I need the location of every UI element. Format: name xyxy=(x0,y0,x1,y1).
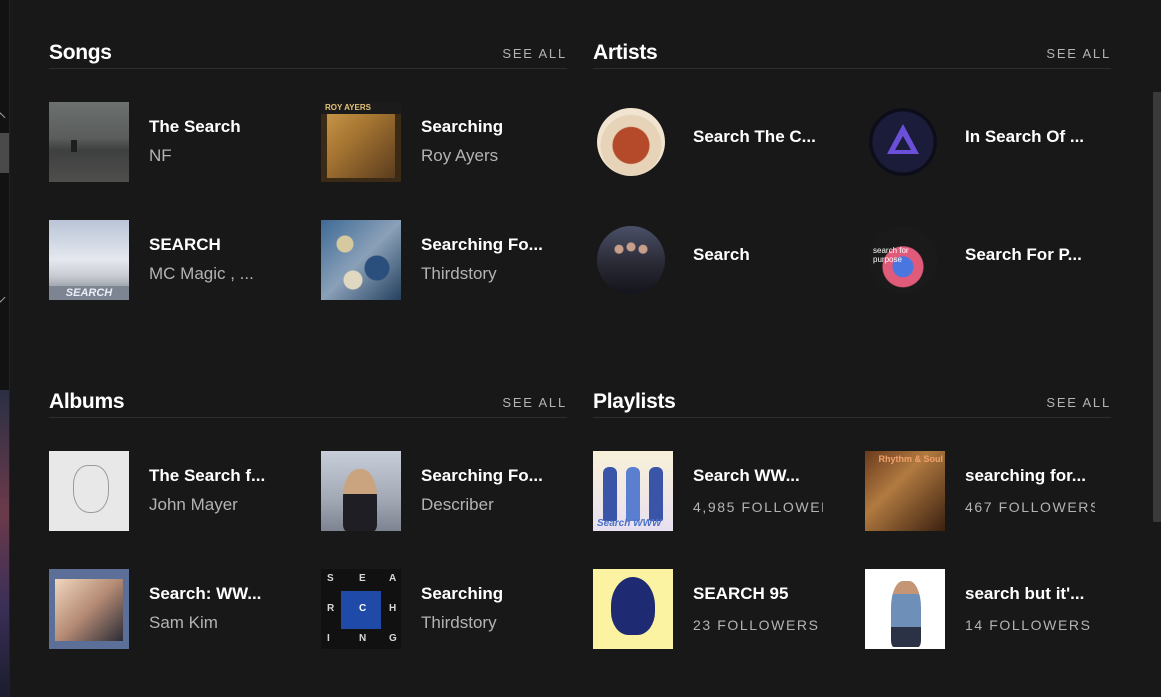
artist-avatar xyxy=(597,108,665,176)
album-cover-image xyxy=(49,569,129,649)
playlist-title[interactable]: Search WW... xyxy=(693,465,851,487)
album-item[interactable]: Searching Fo... Describer xyxy=(321,451,579,531)
see-all-playlists-link[interactable]: SEE ALL xyxy=(1046,389,1111,417)
song-title[interactable]: Searching Fo... xyxy=(421,234,579,256)
section-title: Playlists xyxy=(593,390,676,413)
playlist-followers: 23 FOLLOWERS xyxy=(693,617,820,633)
album-artist[interactable]: John Mayer xyxy=(149,494,307,516)
see-all-artists-link[interactable]: SEE ALL xyxy=(1046,40,1111,68)
artist-item[interactable]: search for purpose Search For P... xyxy=(865,220,1123,300)
cover-text: search for purpose xyxy=(873,246,909,264)
section-header: Artists SEE ALL xyxy=(593,32,1111,69)
album-artist[interactable]: Describer xyxy=(421,494,579,516)
section-title: Songs xyxy=(49,41,112,64)
album-title[interactable]: The Search f... xyxy=(149,465,307,487)
artist-item[interactable]: Search The C... xyxy=(593,102,851,182)
album-cover-image: ROY AYERS xyxy=(321,102,401,182)
artist-avatar: search for purpose xyxy=(869,226,937,294)
cover-letter: G xyxy=(389,633,397,644)
chevron-up-icon[interactable] xyxy=(0,112,6,123)
songs-section: Songs SEE ALL The Search NF ROY AYERS Se… xyxy=(49,32,567,309)
album-title[interactable]: Searching xyxy=(421,583,579,605)
playlist-cover-image: Rhythm & Soul xyxy=(865,451,945,531)
section-header: Songs SEE ALL xyxy=(49,32,567,69)
section-header: Albums SEE ALL xyxy=(49,381,567,418)
song-title[interactable]: SEARCH xyxy=(149,234,307,256)
cover-letter: A xyxy=(389,573,397,584)
album-title[interactable]: Searching Fo... xyxy=(421,465,579,487)
left-panel-artwork xyxy=(0,390,9,697)
artist-name[interactable]: Search For P... xyxy=(965,244,1123,266)
artists-section: Artists SEE ALL Search The C... In Searc… xyxy=(593,32,1111,309)
cover-letter: H xyxy=(389,603,397,614)
song-artist[interactable]: Thirdstory xyxy=(421,263,579,285)
see-all-songs-link[interactable]: SEE ALL xyxy=(502,40,567,68)
cover-letter: N xyxy=(359,633,367,644)
album-item[interactable]: Search: WW... Sam Kim xyxy=(49,569,307,649)
playlist-followers: 467 FOLLOWERS xyxy=(965,499,1095,515)
cover-text: Rhythm & Soul xyxy=(878,454,944,464)
song-item[interactable]: Searching Fo... Thirdstory xyxy=(321,220,579,300)
playlist-item[interactable]: search but it'... 14 FOLLOWERS xyxy=(865,569,1123,649)
album-cover-image xyxy=(49,451,129,531)
album-cover-image: SEARCH xyxy=(49,220,129,300)
song-artist[interactable]: Roy Ayers xyxy=(421,145,579,167)
section-header: Playlists SEE ALL xyxy=(593,381,1111,418)
cover-text: Search WWW xyxy=(597,518,662,529)
song-artist[interactable]: MC Magic , ... xyxy=(149,263,307,285)
playlist-title[interactable]: search but it'... xyxy=(965,583,1123,605)
playlist-item[interactable]: Rhythm & Soul searching for... 467 FOLLO… xyxy=(865,451,1123,531)
scrollbar-thumb[interactable] xyxy=(1153,92,1161,522)
albums-section: Albums SEE ALL The Search f... John Maye… xyxy=(49,381,567,658)
album-title[interactable]: Search: WW... xyxy=(149,583,307,605)
cover-letter: R xyxy=(327,603,335,614)
cover-letter: S xyxy=(327,573,334,584)
see-all-albums-link[interactable]: SEE ALL xyxy=(502,389,567,417)
album-artist[interactable]: Thirdstory xyxy=(421,612,579,634)
left-panel-edge xyxy=(0,0,10,697)
album-item[interactable]: The Search f... John Mayer xyxy=(49,451,307,531)
artist-item[interactable]: Search xyxy=(593,220,851,300)
album-item[interactable]: S E A R C H I N G Searching Thirdstory xyxy=(321,569,579,649)
playlist-item[interactable]: SEARCH 95 23 FOLLOWERS xyxy=(593,569,851,649)
song-artist[interactable]: NF xyxy=(149,145,307,167)
song-item[interactable]: ROY AYERS Searching Roy Ayers xyxy=(321,102,579,182)
artist-item[interactable]: In Search Of ... xyxy=(865,102,1123,182)
artist-avatar xyxy=(597,226,665,294)
artist-name[interactable]: Search xyxy=(693,244,851,266)
song-title[interactable]: The Search xyxy=(149,116,307,138)
playlist-followers: 4,985 FOLLOWERS xyxy=(693,499,823,515)
song-item[interactable]: The Search NF xyxy=(49,102,307,182)
cover-text: ROY AYERS xyxy=(325,103,371,112)
album-cover-image xyxy=(49,102,129,182)
song-item[interactable]: SEARCH SEARCH MC Magic , ... xyxy=(49,220,307,300)
album-artist[interactable]: Sam Kim xyxy=(149,612,307,634)
album-cover-image xyxy=(321,220,401,300)
playlist-title[interactable]: SEARCH 95 xyxy=(693,583,851,605)
section-title: Albums xyxy=(49,390,125,413)
playlist-cover-image xyxy=(865,569,945,649)
playlists-section: Playlists SEE ALL Search WWW Search WW..… xyxy=(593,381,1111,658)
playlist-cover-image: Search WWW xyxy=(593,451,673,531)
cover-letter: C xyxy=(359,603,367,614)
artist-avatar xyxy=(869,108,937,176)
left-scroll-thumb[interactable] xyxy=(0,133,9,173)
song-title[interactable]: Searching xyxy=(421,116,579,138)
playlist-title[interactable]: searching for... xyxy=(965,465,1123,487)
playlist-item[interactable]: Search WWW Search WW... 4,985 FOLLOWERS xyxy=(593,451,851,531)
cover-text: SEARCH xyxy=(49,286,129,300)
cover-letter: I xyxy=(327,633,330,644)
artist-name[interactable]: Search The C... xyxy=(693,126,851,148)
playlist-cover-image xyxy=(593,569,673,649)
cover-letter: E xyxy=(359,573,366,584)
playlist-followers: 14 FOLLOWERS xyxy=(965,617,1092,633)
artist-name[interactable]: In Search Of ... xyxy=(965,126,1123,148)
album-cover-image xyxy=(321,451,401,531)
section-title: Artists xyxy=(593,41,658,64)
album-cover-image: S E A R C H I N G xyxy=(321,569,401,649)
chevron-down-icon[interactable] xyxy=(0,292,6,303)
